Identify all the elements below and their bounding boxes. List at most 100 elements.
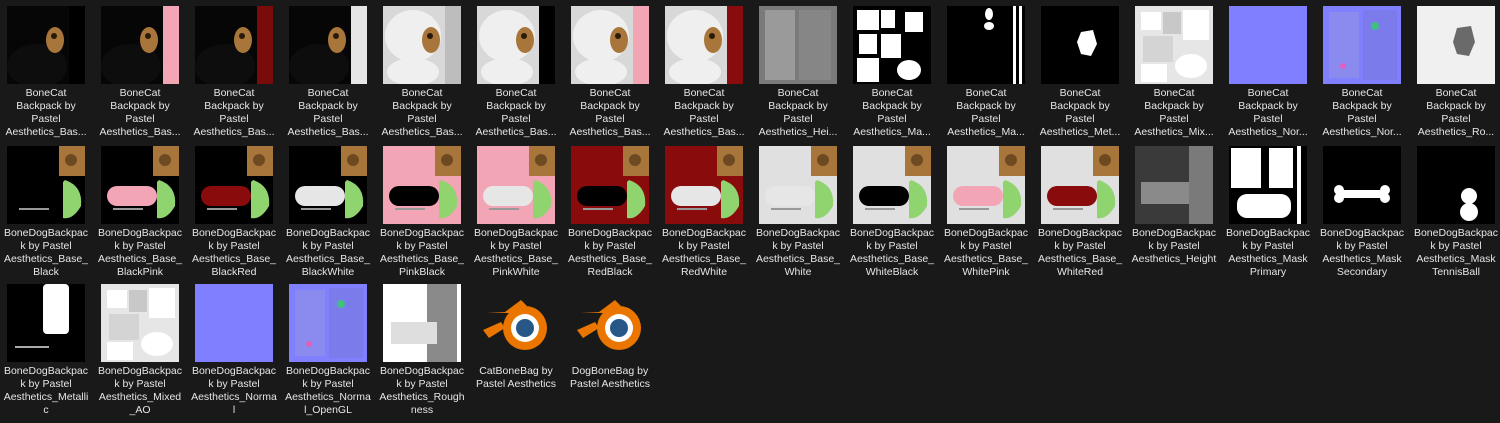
texture-thumbnail-icon [759, 6, 837, 84]
file-label: BoneDogBackpack by Pastel Aesthetics_Bas… [943, 227, 1029, 278]
file-label: BoneDogBackpack by Pastel Aesthetics_Bas… [1037, 227, 1123, 278]
file-item[interactable]: BoneCat Backpack by Pastel Aesthetics_Ba… [473, 6, 559, 139]
file-item[interactable]: BoneCat Backpack by Pastel Aesthetics_Ba… [285, 6, 371, 139]
texture-thumbnail-icon [289, 6, 367, 84]
file-label: BoneCat Backpack by Pastel Aesthetics_Ba… [381, 87, 463, 138]
file-item[interactable]: BoneDogBackpack by Pastel Aesthetics_Bas… [1037, 146, 1123, 279]
file-item[interactable]: BoneDogBackpack by Pastel Aesthetics_Bas… [379, 146, 465, 279]
file-item[interactable]: BoneCat Backpack by Pastel Aesthetics_Ma… [849, 6, 935, 139]
file-label: BoneCat Backpack by Pastel Aesthetics_Mi… [1134, 87, 1214, 138]
texture-thumbnail-icon [477, 6, 555, 84]
file-item[interactable]: BoneCat Backpack by Pastel Aesthetics_No… [1319, 6, 1405, 139]
file-item[interactable]: BoneDogBackpack by Pastel Aesthetics_Bas… [755, 146, 841, 279]
file-label: BoneDogBackpack by Pastel Aesthetics_Mix… [97, 365, 183, 416]
file-label: BoneCat Backpack by Pastel Aesthetics_Ba… [193, 87, 275, 138]
texture-thumbnail-icon [1041, 146, 1119, 224]
file-item[interactable]: BoneCat Backpack by Pastel Aesthetics_He… [755, 6, 841, 139]
file-item[interactable]: BoneDogBackpack by Pastel Aesthetics_Bas… [191, 146, 277, 279]
texture-thumbnail-icon [665, 146, 743, 224]
file-item[interactable]: BoneDogBackpack by Pastel Aesthetics_Nor… [191, 284, 277, 417]
file-item[interactable]: BoneCat Backpack by Pastel Aesthetics_Ba… [97, 6, 183, 139]
file-item[interactable]: BoneDogBackpack by Pastel Aesthetics_Mas… [1225, 146, 1311, 279]
file-label: BoneCat Backpack by Pastel Aesthetics_Ma… [947, 87, 1025, 138]
file-item[interactable]: CatBoneBag by Pastel Aesthetics [473, 284, 559, 391]
texture-thumbnail-icon [1135, 6, 1213, 84]
file-label: BoneCat Backpack by Pastel Aesthetics_Ba… [663, 87, 745, 138]
file-label: BoneCat Backpack by Pastel Aesthetics_Ba… [5, 87, 87, 138]
texture-thumbnail-icon [947, 146, 1025, 224]
file-item[interactable]: BoneCat Backpack by Pastel Aesthetics_Ro… [1413, 6, 1499, 139]
file-item[interactable]: BoneCat Backpack by Pastel Aesthetics_Ba… [661, 6, 747, 139]
file-item[interactable]: BoneDogBackpack by Pastel Aesthetics_Bas… [3, 146, 89, 279]
file-item[interactable]: BoneDogBackpack by Pastel Aesthetics_Bas… [943, 146, 1029, 279]
texture-thumbnail-icon [853, 6, 931, 84]
file-label: BoneCat Backpack by Pastel Aesthetics_Ba… [99, 87, 181, 138]
texture-thumbnail-icon [1417, 6, 1495, 84]
file-item[interactable]: BoneCat Backpack by Pastel Aesthetics_Ba… [3, 6, 89, 139]
file-label: CatBoneBag by Pastel Aesthetics [476, 365, 556, 390]
file-item[interactable]: BoneDogBackpack by Pastel Aesthetics_Bas… [285, 146, 371, 279]
file-label: BoneCat Backpack by Pastel Aesthetics_Ro… [1417, 87, 1495, 138]
file-item[interactable]: BoneCat Backpack by Pastel Aesthetics_Me… [1037, 6, 1123, 139]
file-item[interactable]: BoneDogBackpack by Pastel Aesthetics_Bas… [849, 146, 935, 279]
file-item[interactable]: BoneDogBackpack by Pastel Aesthetics_Bas… [97, 146, 183, 279]
texture-thumbnail-icon [101, 284, 179, 362]
file-item[interactable]: BoneCat Backpack by Pastel Aesthetics_Ba… [379, 6, 465, 139]
file-item[interactable]: BoneDogBackpack by Pastel Aesthetics_Mas… [1319, 146, 1405, 279]
file-item[interactable]: BoneCat Backpack by Pastel Aesthetics_Mi… [1131, 6, 1217, 139]
texture-thumbnail-icon [7, 284, 85, 362]
file-label: BoneDogBackpack by Pastel Aesthetics_Bas… [567, 227, 653, 278]
texture-thumbnail-icon [195, 284, 273, 362]
texture-thumbnail-icon [7, 6, 85, 84]
texture-thumbnail-icon [101, 6, 179, 84]
file-label: BoneCat Backpack by Pastel Aesthetics_Ma… [853, 87, 931, 138]
texture-thumbnail-icon [1417, 146, 1495, 224]
file-label: BoneCat Backpack by Pastel Aesthetics_Ba… [475, 87, 557, 138]
file-label: BoneDogBackpack by Pastel Aesthetics_Mas… [1413, 227, 1499, 278]
texture-thumbnail-icon [759, 146, 837, 224]
file-item[interactable]: BoneCat Backpack by Pastel Aesthetics_Ba… [191, 6, 277, 139]
texture-thumbnail-icon [1323, 146, 1401, 224]
texture-thumbnail-icon [383, 146, 461, 224]
file-item[interactable]: BoneDogBackpack by Pastel Aesthetics_Bas… [661, 146, 747, 279]
file-item[interactable]: BoneDogBackpack by Pastel Aesthetics_Mas… [1413, 146, 1499, 279]
file-label: BoneDogBackpack by Pastel Aesthetics_Nor… [285, 365, 371, 416]
texture-thumbnail-icon [571, 146, 649, 224]
file-item[interactable]: BoneDogBackpack by Pastel Aesthetics_Nor… [285, 284, 371, 417]
file-grid: BoneCat Backpack by Pastel Aesthetics_Ba… [0, 0, 1500, 423]
file-item[interactable]: BoneCat Backpack by Pastel Aesthetics_No… [1225, 6, 1311, 139]
texture-thumbnail-icon [665, 6, 743, 84]
texture-thumbnail-icon [1135, 146, 1213, 224]
file-item[interactable]: BoneDogBackpack by Pastel Aesthetics_Met… [3, 284, 89, 417]
texture-thumbnail-icon [7, 146, 85, 224]
file-label: BoneCat Backpack by Pastel Aesthetics_Me… [1039, 87, 1121, 138]
texture-thumbnail-icon [1323, 6, 1401, 84]
file-item[interactable]: BoneDogBackpack by Pastel Aesthetics_Bas… [473, 146, 559, 279]
file-item[interactable]: BoneDogBackpack by Pastel Aesthetics_Rou… [379, 284, 465, 417]
texture-thumbnail-icon [947, 6, 1025, 84]
texture-thumbnail-icon [101, 146, 179, 224]
file-label: BoneDogBackpack by Pastel Aesthetics_Rou… [379, 365, 465, 416]
file-label: BoneDogBackpack by Pastel Aesthetics_Met… [3, 365, 89, 416]
texture-thumbnail-icon [195, 146, 273, 224]
file-label: BoneDogBackpack by Pastel Aesthetics_Bas… [191, 227, 277, 278]
file-label: BoneDogBackpack by Pastel Aesthetics_Bas… [661, 227, 747, 278]
file-item[interactable]: BoneDogBackpack by Pastel Aesthetics_Hei… [1131, 146, 1217, 266]
file-label: BoneCat Backpack by Pastel Aesthetics_He… [758, 87, 838, 138]
file-item[interactable]: BoneCat Backpack by Pastel Aesthetics_Ma… [943, 6, 1029, 139]
file-label: BoneCat Backpack by Pastel Aesthetics_Ba… [287, 87, 369, 138]
file-item[interactable]: BoneDogBackpack by Pastel Aesthetics_Bas… [567, 146, 653, 279]
file-item[interactable]: BoneCat Backpack by Pastel Aesthetics_Ba… [567, 6, 653, 139]
file-item[interactable]: DogBoneBag by Pastel Aesthetics [567, 284, 653, 391]
file-label: BoneDogBackpack by Pastel Aesthetics_Mas… [1225, 227, 1311, 278]
file-label: BoneDogBackpack by Pastel Aesthetics_Mas… [1319, 227, 1405, 278]
file-label: BoneDogBackpack by Pastel Aesthetics_Bas… [379, 227, 465, 278]
texture-thumbnail-icon [289, 146, 367, 224]
file-item[interactable]: BoneDogBackpack by Pastel Aesthetics_Mix… [97, 284, 183, 417]
file-label: BoneDogBackpack by Pastel Aesthetics_Hei… [1131, 227, 1217, 265]
texture-thumbnail-icon [383, 6, 461, 84]
texture-thumbnail-icon [289, 284, 367, 362]
file-label: DogBoneBag by Pastel Aesthetics [570, 365, 650, 390]
texture-thumbnail-icon [383, 284, 461, 362]
blender-file-icon [477, 284, 555, 362]
